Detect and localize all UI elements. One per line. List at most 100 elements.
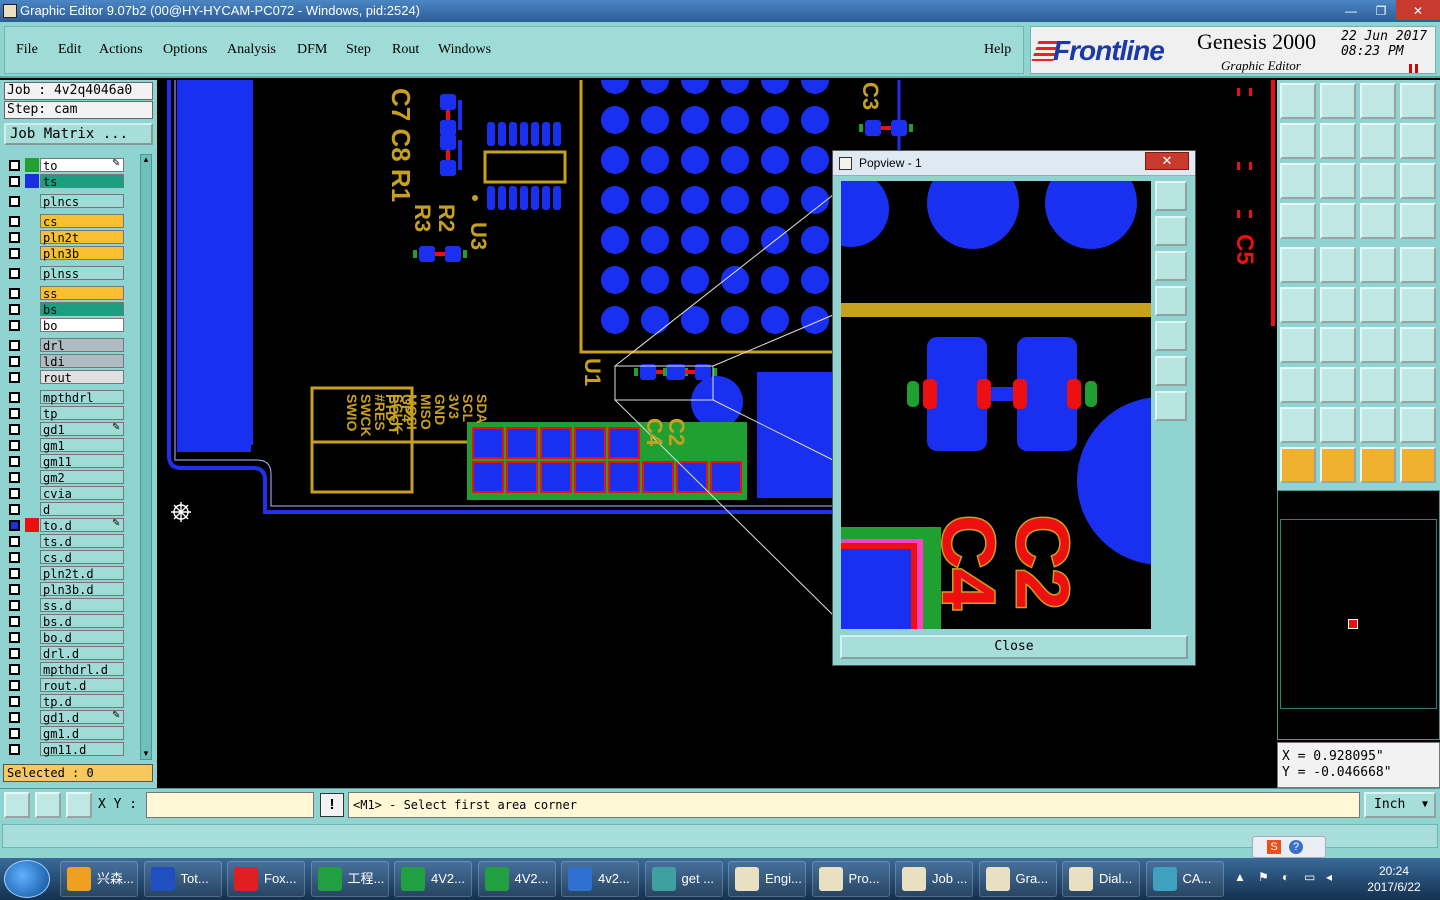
layer-color-swatch[interactable] [25, 266, 39, 280]
layer-color-swatch[interactable] [25, 370, 39, 384]
layer-name[interactable]: pln2t.d [40, 566, 124, 581]
layer-row[interactable]: mpthdrl [4, 390, 139, 405]
scroll-up-icon[interactable]: ▲ [142, 155, 150, 165]
layer-color-swatch[interactable] [25, 662, 39, 676]
units-select[interactable]: Inch ▼ [1364, 792, 1436, 818]
taskbar-item[interactable]: Job ... [895, 861, 973, 897]
layer-checkbox[interactable] [9, 456, 20, 467]
layer-checkbox[interactable] [9, 664, 20, 675]
layer-color-swatch[interactable] [25, 454, 39, 468]
layer-name[interactable]: rout.d [40, 678, 124, 693]
layer-color-swatch[interactable] [25, 646, 39, 660]
measure-icon[interactable] [1360, 247, 1396, 283]
layer-color-swatch[interactable] [25, 302, 39, 316]
layer-color-swatch[interactable] [25, 406, 39, 420]
tray-arrow-icon[interactable]: ▲ [1234, 870, 1246, 884]
layer-scrollbar[interactable]: ▲ ▼ [140, 154, 152, 760]
taskbar-item[interactable]: 4V2... [477, 861, 556, 897]
layer-name[interactable]: mpthdrl [40, 390, 124, 405]
frame-icon[interactable] [1400, 83, 1436, 119]
popview-pan-up-icon[interactable] [1155, 216, 1187, 246]
layer-row[interactable]: mpthdrl.d [4, 662, 139, 677]
tray-flag-icon[interactable]: ⚑ [1258, 870, 1269, 884]
taskbar-item[interactable]: 4v2... [561, 861, 639, 897]
popview-pan-right-icon[interactable] [1155, 321, 1187, 351]
popview-close-icon[interactable]: ✕ [1145, 152, 1189, 170]
home-icon[interactable] [1360, 83, 1396, 119]
layer-row[interactable]: plnss [4, 266, 139, 281]
layer-color-swatch[interactable] [25, 534, 39, 548]
popview-zoom-view[interactable]: C4 C2 [841, 181, 1151, 629]
layer-checkbox[interactable] [9, 268, 20, 279]
layer-checkbox[interactable] [9, 648, 20, 659]
layer-checkbox[interactable] [9, 372, 20, 383]
move-right-icon[interactable] [1320, 123, 1356, 159]
layer-name[interactable]: bs.d [40, 614, 124, 629]
layer-up-icon[interactable] [1280, 83, 1316, 119]
layer-row[interactable]: ts [4, 174, 139, 189]
layer-checkbox[interactable] [9, 504, 20, 515]
layer-color-swatch[interactable] [25, 582, 39, 596]
menu-windows[interactable]: Windows [438, 42, 491, 58]
layer-row[interactable]: bs.d [4, 614, 139, 629]
layer-name[interactable]: pln3b [40, 246, 124, 261]
layer-name[interactable]: plnss [40, 266, 124, 281]
layer-row[interactable]: cs [4, 214, 139, 229]
pad-tool-icon[interactable] [1360, 203, 1396, 239]
layer-name[interactable]: bs [40, 302, 124, 317]
layer-checkbox[interactable] [9, 488, 20, 499]
move-left-icon[interactable] [1280, 123, 1316, 159]
pointer-net-icon[interactable] [1400, 447, 1436, 483]
exclamation-button[interactable]: ! [320, 793, 344, 817]
layer-color-swatch[interactable] [25, 678, 39, 692]
layer-checkbox[interactable] [9, 728, 20, 739]
layer-row[interactable]: to.d ✎ [4, 518, 139, 533]
layer-color-swatch[interactable] [25, 518, 39, 532]
circle-pad-icon[interactable] [1400, 247, 1436, 283]
layer-row[interactable]: pln2t.d [4, 566, 139, 581]
taskbar-item[interactable]: 4V2... [394, 861, 472, 897]
layer-color-swatch[interactable] [25, 318, 39, 332]
layer-name[interactable]: plncs [40, 194, 124, 209]
window-title-bar[interactable]: Graphic Editor 9.07b2 (00@HY-HYCAM-PC072… [0, 0, 1440, 22]
layer-name[interactable]: ts.d [40, 534, 124, 549]
taskbar-item[interactable]: Dial... [1062, 861, 1140, 897]
layer-checkbox[interactable] [9, 712, 20, 723]
layer-name[interactable]: gm11 [40, 454, 124, 469]
taskbar-item[interactable]: CA... [1145, 861, 1224, 897]
pad-tool-2-icon[interactable] [1400, 203, 1436, 239]
layer-color-swatch[interactable] [25, 438, 39, 452]
ruler-tool-icon[interactable] [1280, 203, 1316, 239]
layer-name[interactable]: ss [40, 286, 124, 301]
scale-1-2-icon[interactable] [1360, 163, 1396, 199]
menu-edit[interactable]: Edit [58, 42, 81, 58]
flip-tool-icon[interactable] [1400, 327, 1436, 363]
layer-row[interactable]: plncs [4, 194, 139, 209]
layer-checkbox[interactable] [9, 616, 20, 627]
layer-checkbox[interactable] [9, 424, 20, 435]
layer-row[interactable]: pln2t [4, 230, 139, 245]
layer-name[interactable]: gm1 [40, 438, 124, 453]
layer-name[interactable]: cvia [40, 486, 124, 501]
popview-zoom-in-icon[interactable] [1155, 391, 1187, 421]
layer-checkbox[interactable] [9, 632, 20, 643]
arc-tool-2-icon[interactable] [1320, 407, 1356, 443]
snap-mode-icon[interactable] [4, 792, 30, 818]
layer-checkbox[interactable] [9, 160, 20, 171]
help-icon[interactable] [1400, 163, 1436, 199]
scroll-down-icon[interactable]: ▼ [142, 749, 150, 759]
layer-row[interactable]: gm11 [4, 454, 139, 469]
cross-tool-icon[interactable] [1320, 287, 1356, 323]
layer-color-swatch[interactable] [25, 486, 39, 500]
fit-center-icon[interactable] [1320, 163, 1356, 199]
layer-color-swatch[interactable] [25, 630, 39, 644]
grid-mode-icon[interactable] [66, 792, 92, 818]
layer-checkbox[interactable] [9, 472, 20, 483]
layer-checkbox[interactable] [9, 520, 20, 531]
layer-color-swatch[interactable] [25, 614, 39, 628]
layer-name[interactable]: mpthdrl.d [40, 662, 124, 677]
group-tool-icon[interactable] [1400, 367, 1436, 403]
menu-help[interactable]: Help [984, 42, 1011, 58]
layer-color-swatch[interactable] [25, 710, 39, 724]
overview-map[interactable] [1277, 490, 1440, 740]
